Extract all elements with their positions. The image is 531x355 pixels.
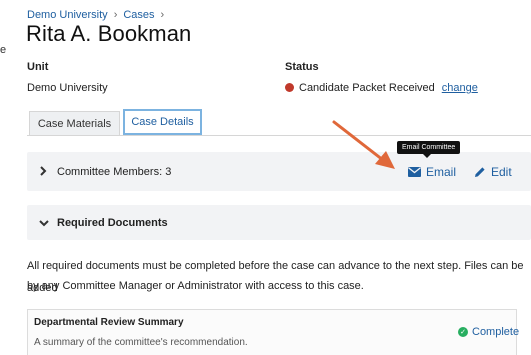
tabs-divider xyxy=(27,135,531,136)
breadcrumb-demo-university[interactable]: Demo University xyxy=(27,9,108,21)
document-status-label: Complete xyxy=(472,326,520,338)
required-documents-toggle[interactable]: Required Documents xyxy=(39,205,168,240)
edit-committee-button[interactable]: Edit xyxy=(474,152,512,191)
email-committee-button[interactable]: Email xyxy=(408,152,456,191)
annotation-arrow-icon xyxy=(332,120,395,169)
document-status: ✓ Complete xyxy=(458,326,519,338)
chevron-right-icon xyxy=(39,165,57,179)
required-documents-panel: Required Documents xyxy=(27,205,531,240)
status-row: Candidate Packet Received change xyxy=(285,82,478,94)
required-documents-info-line-2: by any Committee Manager or Administrato… xyxy=(27,280,364,292)
pencil-icon xyxy=(475,166,485,177)
breadcrumb-separator: › xyxy=(160,9,165,21)
committee-members-label: Committee Members: 3 xyxy=(57,165,172,178)
unit-value: Demo University xyxy=(27,82,108,94)
envelope-icon xyxy=(408,166,421,177)
document-description: A summary of the committee's recommendat… xyxy=(34,337,248,348)
status-value: Candidate Packet Received xyxy=(299,82,435,94)
document-card[interactable]: Departmental Review Summary A summary of… xyxy=(27,309,519,355)
committee-toggle[interactable]: Committee Members: 3 xyxy=(39,152,171,191)
edit-label: Edit xyxy=(491,164,512,179)
check-circle-icon: ✓ xyxy=(458,327,468,337)
edge-mark: e xyxy=(0,44,7,56)
tab-case-materials[interactable]: Case Materials xyxy=(29,111,120,135)
breadcrumb: Demo University › Cases › xyxy=(27,9,170,21)
required-documents-label: Required Documents xyxy=(57,216,168,229)
change-status-link[interactable]: change xyxy=(442,82,478,94)
status-label: Status xyxy=(285,61,319,73)
unit-label: Unit xyxy=(27,61,49,73)
chevron-down-icon xyxy=(39,216,57,230)
breadcrumb-separator: › xyxy=(113,9,118,21)
status-dot-icon xyxy=(285,83,294,92)
tab-case-details[interactable]: Case Details xyxy=(123,109,202,135)
breadcrumb-cases[interactable]: Cases xyxy=(123,9,154,21)
committee-panel: Committee Members: 3 Email Edit xyxy=(27,152,531,191)
email-committee-tooltip: Email Committee xyxy=(397,141,461,158)
page-title: Rita A. Bookman xyxy=(26,21,192,46)
document-title: Departmental Review Summary xyxy=(34,317,184,328)
email-label: Email xyxy=(426,164,457,179)
